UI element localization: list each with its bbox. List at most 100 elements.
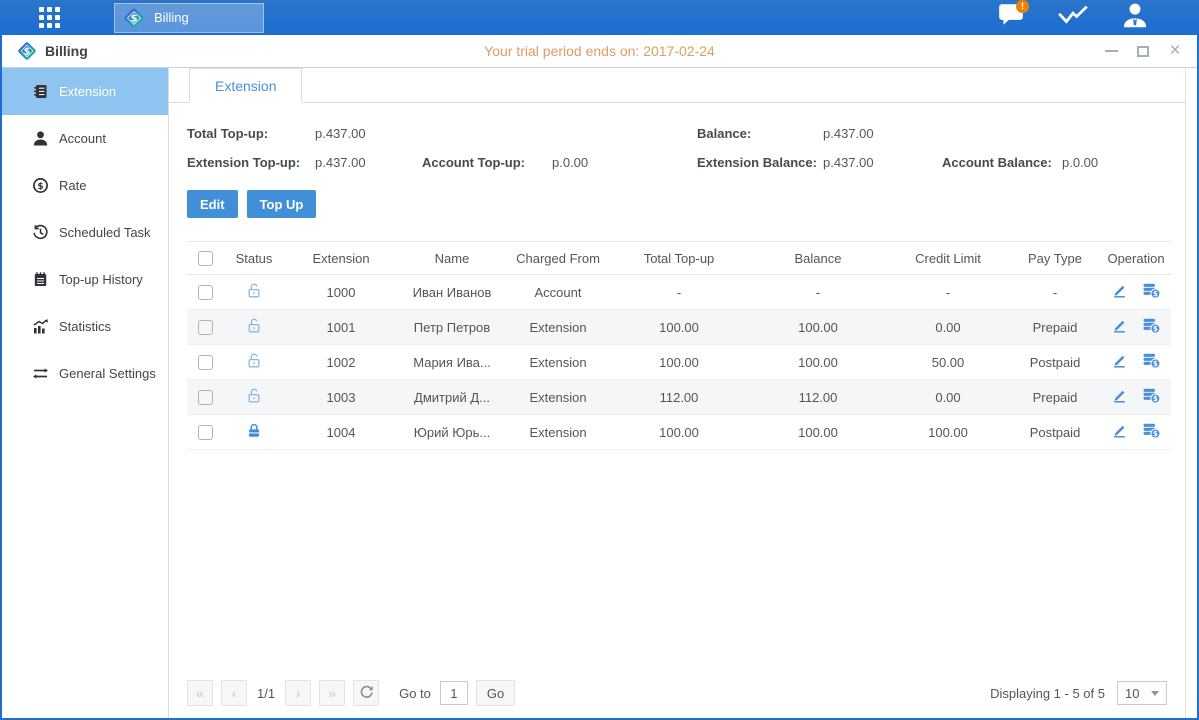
edit-icon[interactable] — [1111, 282, 1128, 302]
topbar-actions: ! — [993, 4, 1153, 32]
first-page-icon: « — [196, 685, 204, 701]
cell-name: Петр Петров — [397, 310, 507, 345]
sidebar-item-general-settings[interactable]: General Settings — [2, 350, 168, 397]
app-grid-button[interactable] — [26, 0, 72, 35]
page-size-value: 10 — [1125, 686, 1139, 701]
pagination-bar: « ‹ 1/1 › » Go to Go Displaying 1 - 5 of… — [169, 678, 1185, 718]
taskbar-billing-label: Billing — [154, 10, 189, 25]
minimize-button[interactable] — [1103, 43, 1119, 59]
goto-page-input[interactable] — [440, 681, 468, 705]
sidebar-item-top-up-history[interactable]: Top-up History — [2, 256, 168, 303]
top-up-button[interactable]: Top Up — [247, 190, 317, 218]
sidebar-item-rate[interactable]: $Rate — [2, 162, 168, 209]
cell-total-topup: - — [609, 275, 749, 310]
cell-charged-from: Extension — [507, 415, 609, 450]
cell-charged-from: Account — [507, 275, 609, 310]
sidebar-item-scheduled-task[interactable]: Scheduled Task — [2, 209, 168, 256]
topup-icon[interactable]: $ — [1142, 317, 1161, 337]
cell-pay-type: Postpaid — [1009, 345, 1101, 380]
notepad-icon — [32, 271, 49, 288]
topup-icon[interactable]: $ — [1142, 422, 1161, 442]
sidebar-item-account[interactable]: Account — [2, 115, 168, 162]
table-row: 1000Иван ИвановAccount----$ — [187, 275, 1171, 310]
close-button[interactable]: × — [1167, 43, 1183, 59]
prev-page-button[interactable]: ‹ — [221, 680, 247, 706]
resource-monitor-button[interactable] — [1055, 4, 1091, 32]
table-row: 1002Мария Ива...Extension100.00100.0050.… — [187, 345, 1171, 380]
cell-credit-limit: 0.00 — [887, 380, 1009, 415]
row-checkbox[interactable] — [198, 390, 213, 405]
account-balance-label: Account Balance: — [942, 155, 1062, 170]
row-checkbox[interactable] — [198, 355, 213, 370]
svg-text:$: $ — [1153, 395, 1158, 403]
edit-icon[interactable] — [1111, 387, 1128, 407]
window-title: Billing — [45, 43, 88, 59]
cell-balance: 100.00 — [749, 310, 887, 345]
topup-icon[interactable]: $ — [1142, 352, 1161, 372]
row-checkbox[interactable] — [198, 320, 213, 335]
refresh-button[interactable] — [353, 680, 379, 706]
trial-notice: Your trial period ends on: 2017-02-24 — [2, 43, 1197, 59]
sidebar-item-statistics[interactable]: Statistics — [2, 303, 168, 350]
cell-pay-type: Prepaid — [1009, 380, 1101, 415]
cell-balance: 100.00 — [749, 345, 887, 380]
ledger-icon — [32, 83, 49, 100]
cell-balance: 100.00 — [749, 415, 887, 450]
maximize-button[interactable] — [1135, 43, 1151, 59]
action-buttons: Edit Top Up — [187, 190, 1171, 218]
window-controls: × — [1103, 43, 1183, 59]
last-page-button[interactable]: » — [319, 680, 345, 706]
extension-table-body: 1000Иван ИвановAccount----$1001Петр Петр… — [187, 275, 1171, 450]
extension-content: Total Top-up: p.437.00 Balance: p.437.00… — [169, 103, 1185, 450]
page-size-select[interactable]: 10 — [1117, 681, 1167, 705]
account-topup-value: p.0.00 — [552, 155, 697, 170]
row-checkbox[interactable] — [198, 285, 213, 300]
lock-open-icon[interactable] — [246, 317, 262, 337]
edit-icon[interactable] — [1111, 317, 1128, 337]
first-page-button[interactable]: « — [187, 680, 213, 706]
next-page-button[interactable]: › — [285, 680, 311, 706]
window-titlebar: $ Billing Your trial period ends on: 201… — [2, 35, 1197, 68]
cell-credit-limit: 0.00 — [887, 310, 1009, 345]
cell-name: Мария Ива... — [397, 345, 507, 380]
edit-icon[interactable] — [1111, 352, 1128, 372]
main-panel: Extension Total Top-up: p.437.00 Balance… — [169, 68, 1186, 718]
edit-button[interactable]: Edit — [187, 190, 238, 218]
tab-extension[interactable]: Extension — [189, 68, 302, 103]
sliders-icon — [32, 365, 49, 382]
edit-icon[interactable] — [1111, 422, 1128, 442]
account-topup-label: Account Top-up: — [422, 155, 552, 170]
lock-open-icon[interactable] — [246, 282, 262, 302]
chevron-down-icon — [1151, 691, 1159, 696]
taskbar-billing-button[interactable]: $ Billing — [114, 3, 264, 33]
column-header: Name — [397, 242, 507, 275]
screen: $ Billing ! — [0, 0, 1199, 720]
extension-balance-label: Extension Balance: — [697, 155, 823, 170]
cell-charged-from: Extension — [507, 380, 609, 415]
lock-closed-icon[interactable] — [246, 422, 262, 442]
lock-open-icon[interactable] — [246, 352, 262, 372]
user-menu-button[interactable] — [1117, 4, 1153, 32]
topup-icon[interactable]: $ — [1142, 282, 1161, 302]
extension-topup-label: Extension Top-up: — [187, 155, 315, 170]
lock-open-icon[interactable] — [246, 387, 262, 407]
column-header: Balance — [749, 242, 887, 275]
row-checkbox[interactable] — [198, 425, 213, 440]
cell-balance: - — [749, 275, 887, 310]
clock-history-icon — [32, 224, 49, 241]
notifications-button[interactable]: ! — [993, 4, 1029, 32]
select-all-checkbox[interactable] — [198, 251, 213, 266]
sidebar-item-label: Extension — [59, 84, 116, 99]
line-chart-icon — [1057, 3, 1089, 32]
topup-icon[interactable]: $ — [1142, 387, 1161, 407]
cell-pay-type: Postpaid — [1009, 415, 1101, 450]
extension-balance-value: p.437.00 — [823, 155, 942, 170]
sidebar-item-extension[interactable]: Extension — [2, 68, 168, 115]
billing-diamond-icon: $ — [122, 6, 146, 30]
person-icon — [32, 130, 49, 147]
cell-pay-type: Prepaid — [1009, 310, 1101, 345]
svg-text:$: $ — [1153, 430, 1158, 438]
go-button[interactable]: Go — [476, 680, 515, 706]
stats-icon — [32, 318, 49, 335]
svg-text:$: $ — [1153, 290, 1158, 298]
